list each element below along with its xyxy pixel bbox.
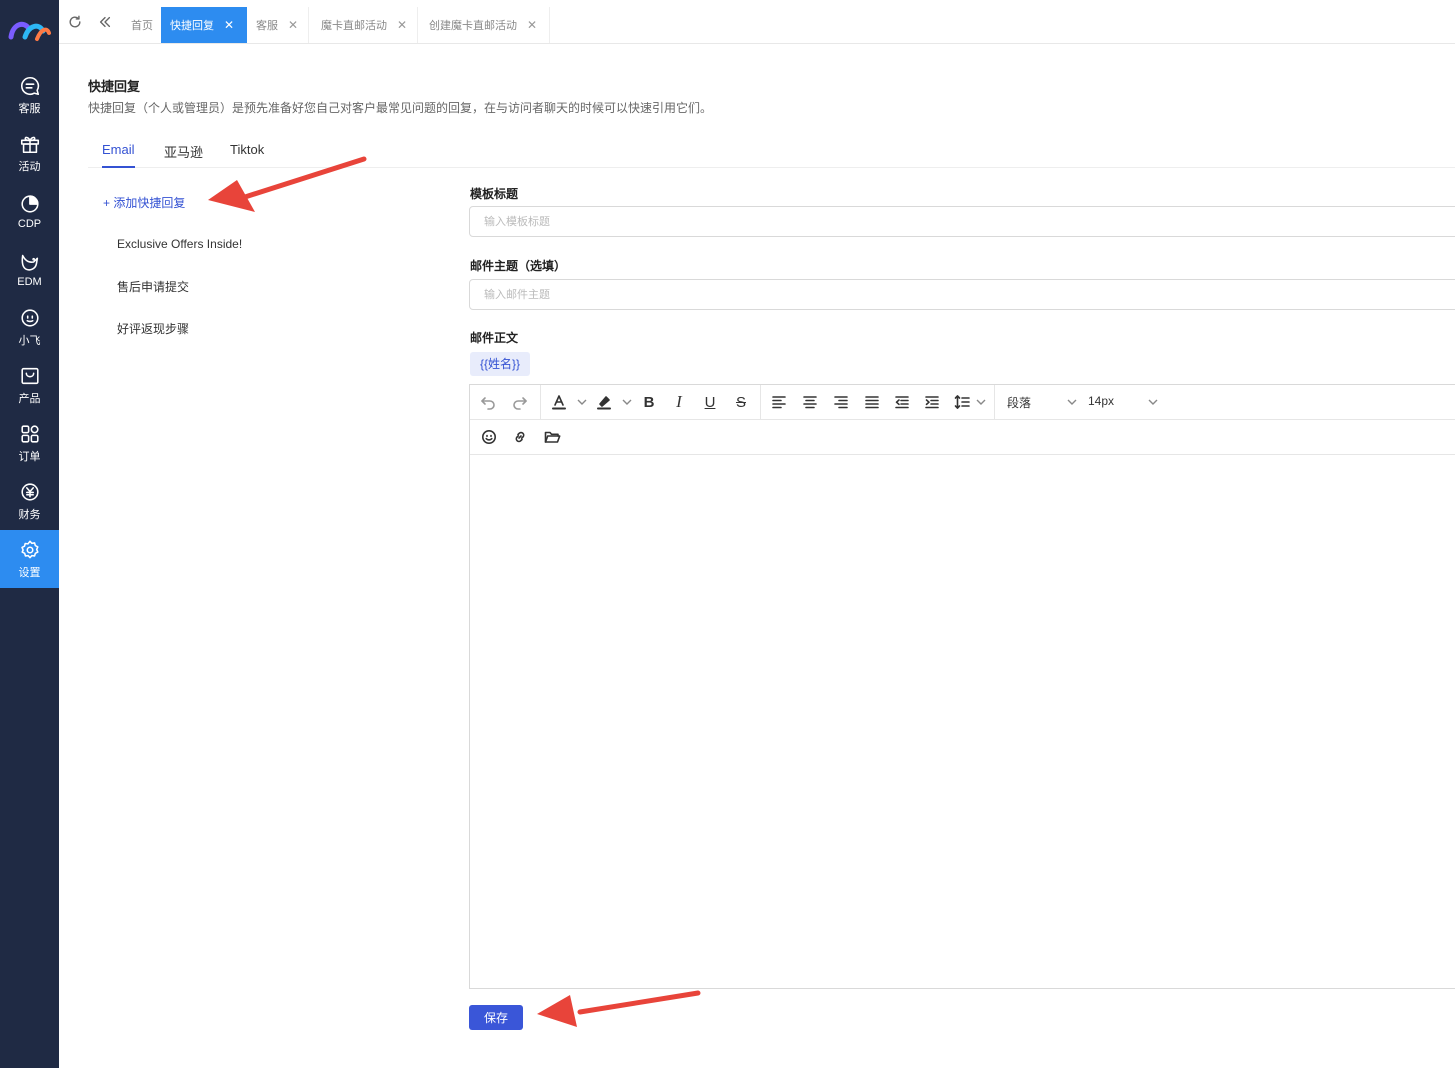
- nav-item-orders[interactable]: 订单: [0, 414, 59, 472]
- highlight-icon[interactable]: [592, 391, 616, 413]
- save-button[interactable]: 保存: [469, 1005, 523, 1030]
- chevron-down-icon[interactable]: [1066, 395, 1078, 407]
- tab-tiktok[interactable]: Tiktok: [230, 142, 264, 166]
- email-body-label: 邮件正文: [470, 331, 519, 345]
- logo-icon: [8, 21, 51, 41]
- channel-tabs: Email 亚马逊 Tiktok: [88, 132, 1455, 168]
- chevron-down-icon[interactable]: [1147, 395, 1159, 407]
- template-title-label: 模板标题: [470, 187, 519, 201]
- outdent-icon[interactable]: [890, 391, 914, 413]
- chevron-down-icon[interactable]: [576, 395, 588, 407]
- close-icon[interactable]: ✕: [224, 18, 234, 32]
- rich-text-editor: B I U S 段落 14px: [469, 384, 1455, 989]
- list-item[interactable]: 好评返现步骤: [117, 320, 189, 337]
- tab-label: 客服: [256, 20, 278, 32]
- sidebar: 客服 活动 CDP EDM 小飞 产品 订单 财务 设置: [0, 0, 59, 1068]
- paragraph-select[interactable]: 段落: [1007, 394, 1031, 411]
- nav-label: 财务: [18, 509, 41, 521]
- editor-content-area[interactable]: [470, 456, 1455, 988]
- align-justify-icon[interactable]: [860, 391, 884, 413]
- chevron-down-icon[interactable]: [975, 395, 987, 407]
- nav-item-settings[interactable]: 设置: [0, 530, 59, 588]
- align-left-icon[interactable]: [767, 391, 791, 413]
- tab-create-moka-mail-activity[interactable]: 创建魔卡直邮活动 ✕: [420, 7, 550, 43]
- font-color-icon[interactable]: [547, 391, 571, 413]
- align-center-icon[interactable]: [798, 391, 822, 413]
- app-logo[interactable]: [0, 0, 59, 62]
- list-item[interactable]: 售后申请提交: [117, 278, 189, 295]
- editor-toolbar-row-2: [470, 420, 1455, 455]
- bag-icon: [18, 364, 42, 388]
- align-right-icon[interactable]: [829, 391, 853, 413]
- nav-label: 订单: [18, 451, 41, 463]
- nav-item-products[interactable]: 产品: [0, 356, 59, 414]
- tab-label: 创建魔卡直邮活动: [429, 20, 517, 32]
- underline-icon[interactable]: U: [698, 391, 722, 413]
- tab-label: 魔卡直邮活动: [321, 20, 387, 32]
- nav-item-finance[interactable]: 财务: [0, 472, 59, 530]
- chat-icon: [18, 74, 42, 98]
- email-subject-input[interactable]: [469, 279, 1455, 310]
- italic-icon[interactable]: I: [667, 391, 691, 413]
- tab-quick-reply[interactable]: 快捷回复 ✕: [161, 7, 247, 43]
- nav-label: 产品: [18, 393, 41, 405]
- undo-icon[interactable]: [476, 391, 500, 413]
- close-icon[interactable]: ✕: [527, 18, 537, 32]
- folder-icon[interactable]: [540, 426, 564, 448]
- emoji-icon[interactable]: [477, 426, 501, 448]
- nav-item-xiaofei[interactable]: 小飞: [0, 298, 59, 356]
- tab-label: 首页: [131, 20, 153, 32]
- line-height-icon[interactable]: [950, 391, 974, 413]
- font-size-select[interactable]: 14px: [1088, 394, 1114, 408]
- collapse-tabs-icon[interactable]: [97, 14, 113, 30]
- nav-item-edm[interactable]: EDM: [0, 240, 59, 298]
- nav-item-cdp[interactable]: CDP: [0, 182, 59, 240]
- gear-icon: [18, 538, 42, 562]
- nav-label: 活动: [18, 161, 41, 173]
- tab-email[interactable]: Email: [102, 142, 135, 168]
- bird-icon: [18, 250, 42, 274]
- bot-icon: [18, 306, 42, 330]
- editor-toolbar-row-1: B I U S 段落 14px: [470, 385, 1455, 420]
- link-icon[interactable]: [508, 426, 532, 448]
- tab-customer-service[interactable]: 客服 ✕: [247, 7, 309, 43]
- page-description: 快捷回复（个人或管理员）是预先准备好您自己对客户最常见问题的回复，在与访问者聊天…: [88, 101, 713, 115]
- nav-label: EDM: [17, 276, 42, 288]
- grid-icon: [18, 422, 42, 446]
- bold-icon[interactable]: B: [637, 391, 661, 413]
- nav-label: CDP: [17, 218, 42, 230]
- add-quick-reply-link[interactable]: + 添加快捷回复: [103, 194, 185, 211]
- email-subject-label: 邮件主题（选填）: [470, 259, 567, 273]
- pie-chart-icon: [18, 192, 42, 216]
- tab-label: 快捷回复: [170, 20, 214, 32]
- list-item[interactable]: Exclusive Offers Inside!: [117, 237, 242, 251]
- page-tab-bar: 首页 快捷回复 ✕ 客服 ✕ 魔卡直邮活动 ✕ 创建魔卡直邮活动 ✕: [59, 0, 1455, 44]
- close-icon[interactable]: ✕: [288, 18, 298, 32]
- annotation-arrow-icon: [537, 990, 701, 1027]
- chevron-down-icon[interactable]: [621, 395, 633, 407]
- indent-icon[interactable]: [920, 391, 944, 413]
- variable-tag-name[interactable]: {{姓名}}: [470, 352, 531, 376]
- template-title-input[interactable]: [469, 206, 1455, 237]
- page-title: 快捷回复: [88, 79, 141, 94]
- close-icon[interactable]: ✕: [397, 18, 407, 32]
- nav-item-activity[interactable]: 活动: [0, 124, 59, 182]
- nav-label: 小飞: [18, 335, 41, 347]
- tab-home[interactable]: 首页: [122, 7, 162, 43]
- tab-moka-mail-activity[interactable]: 魔卡直邮活动 ✕: [312, 7, 418, 43]
- tab-amazon[interactable]: 亚马逊: [164, 142, 203, 170]
- redo-icon[interactable]: [508, 391, 532, 413]
- nav-item-customer-service[interactable]: 客服: [0, 66, 59, 124]
- yuan-icon: [18, 480, 42, 504]
- gift-icon: [18, 132, 42, 156]
- strikethrough-icon[interactable]: S: [729, 391, 753, 413]
- refresh-icon[interactable]: [67, 14, 83, 30]
- nav-label: 设置: [18, 567, 41, 579]
- nav-label: 客服: [18, 103, 41, 115]
